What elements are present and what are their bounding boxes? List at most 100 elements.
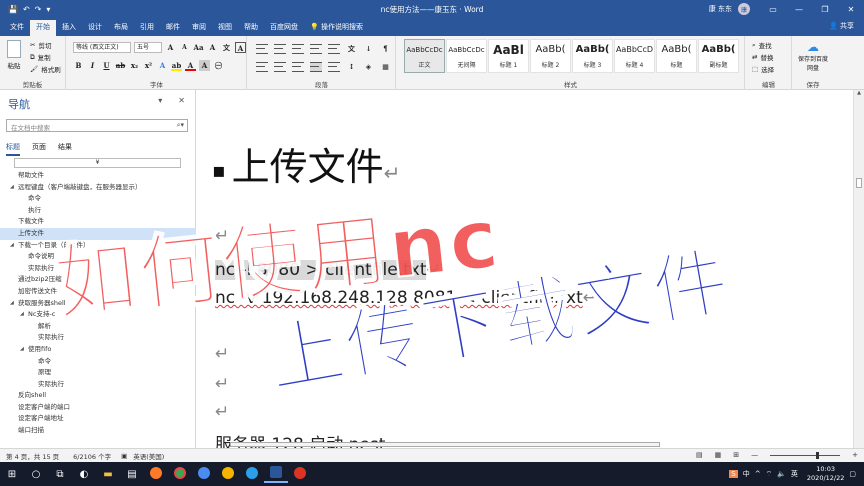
- ribbon-display-icon[interactable]: ▭: [760, 5, 786, 14]
- chevron-down-icon[interactable]: ▾: [158, 96, 162, 105]
- tab-mailings[interactable]: 邮件: [160, 20, 186, 36]
- change-case-icon[interactable]: Aa: [193, 42, 204, 53]
- multilevel-list-icon[interactable]: [292, 43, 304, 54]
- italic-icon[interactable]: I: [87, 60, 98, 71]
- customize-icon[interactable]: ▾: [46, 5, 50, 14]
- bold-icon[interactable]: B: [73, 60, 84, 71]
- tell-me-search[interactable]: 💡 操作说明搜索: [304, 20, 369, 36]
- share-button[interactable]: 👤 共享: [829, 21, 854, 31]
- zoom-out-icon[interactable]: —: [751, 451, 758, 459]
- font-color-icon[interactable]: A: [185, 60, 196, 71]
- select-button[interactable]: ⬚ 选择: [752, 64, 774, 74]
- font-family-select[interactable]: 等线 (西文正文): [73, 42, 131, 53]
- horizontal-scrollbar[interactable]: [230, 442, 660, 447]
- nav-heading-item[interactable]: 设定客户端地址: [0, 413, 196, 425]
- page-count[interactable]: 第 4 页，共 15 页: [6, 451, 59, 461]
- nav-heading-item[interactable]: 端口扫描: [0, 425, 196, 437]
- clear-format-icon[interactable]: A: [207, 42, 218, 53]
- nav-heading-item[interactable]: 命令: [0, 193, 196, 205]
- minimize-button[interactable]: —: [786, 5, 812, 14]
- numbering-icon[interactable]: [274, 43, 286, 54]
- shading-icon[interactable]: ◈: [363, 61, 374, 72]
- nav-heading-item[interactable]: ◢ 使用fifo: [0, 344, 196, 356]
- nav-heading-item[interactable]: 命令: [0, 356, 196, 368]
- sort-icon[interactable]: ↓: [363, 43, 374, 54]
- increase-indent-icon[interactable]: [328, 43, 340, 54]
- expand-caret-icon[interactable]: ◢: [10, 298, 14, 310]
- style-heading-1[interactable]: AaBl 标题 1: [488, 39, 529, 73]
- vertical-scrollbar[interactable]: ▲: [853, 90, 864, 448]
- restore-button[interactable]: ❐: [812, 5, 838, 14]
- underline-icon[interactable]: U: [101, 60, 112, 71]
- save-to-netdisk-button[interactable]: ☁ 保存到百度网盘: [793, 40, 833, 72]
- replace-button[interactable]: ⇄ 替换: [752, 52, 773, 62]
- distributed-icon[interactable]: [328, 61, 340, 72]
- recorder-icon[interactable]: [288, 466, 312, 482]
- nav-heading-item[interactable]: 反向shell: [0, 390, 196, 402]
- close-icon[interactable]: ✕: [178, 96, 185, 105]
- style-heading-4[interactable]: AaBbCcD 标题 4: [614, 39, 655, 73]
- style-heading-3[interactable]: AaBb(标题 3: [572, 39, 613, 73]
- style-no-spacing[interactable]: AaBbCcDc 无间隔: [446, 39, 487, 73]
- tab-file[interactable]: 文件: [4, 20, 30, 36]
- line-spacing-icon[interactable]: ↕: [346, 61, 357, 72]
- nav-tab-headings[interactable]: 标题: [6, 142, 20, 156]
- chrome-icon[interactable]: [168, 466, 192, 482]
- zoom-in-icon[interactable]: +: [852, 451, 858, 459]
- format-painter-button[interactable]: 🖌 格式刷: [30, 64, 61, 74]
- sogou-icon[interactable]: S: [729, 470, 738, 478]
- justify-icon[interactable]: [310, 61, 322, 72]
- browser-icon[interactable]: [192, 466, 216, 482]
- tab-review[interactable]: 审阅: [186, 20, 212, 36]
- file-explorer-icon[interactable]: ▬: [96, 469, 120, 480]
- document-heading[interactable]: ▪ 上传文件↵: [212, 136, 400, 191]
- ime-icon[interactable]: 中: [743, 469, 750, 479]
- notification-icon[interactable]: ▢: [849, 470, 856, 478]
- close-button[interactable]: ✕: [838, 5, 864, 14]
- task-view-icon[interactable]: ⧉: [48, 469, 72, 480]
- superscript-icon[interactable]: x²: [143, 60, 154, 71]
- copy-button[interactable]: ⧉ 复制: [30, 52, 51, 63]
- nav-heading-item[interactable]: 设定客户端的端口: [0, 402, 196, 414]
- cut-button[interactable]: ✂ 剪切: [30, 40, 51, 50]
- nav-heading-item[interactable]: 实际执行: [0, 379, 196, 391]
- char-shading-icon[interactable]: A: [199, 60, 210, 71]
- subscript-icon[interactable]: x₂: [129, 60, 140, 71]
- app-icon[interactable]: [216, 466, 240, 482]
- decrease-indent-icon[interactable]: [310, 43, 322, 54]
- nav-heading-item[interactable]: 帮助文件: [0, 170, 196, 182]
- style-subtitle[interactable]: AaBb(副标题: [698, 39, 739, 73]
- nav-heading-item[interactable]: 原理: [0, 367, 196, 379]
- show-marks-icon[interactable]: ¶: [380, 43, 391, 54]
- tab-insert[interactable]: 插入: [56, 20, 82, 36]
- shrink-font-icon[interactable]: A: [179, 42, 190, 53]
- style-title[interactable]: AaBb(标题: [656, 39, 697, 73]
- firefox-icon[interactable]: [144, 466, 168, 482]
- style-normal[interactable]: AaBbCcDc 正文: [404, 39, 445, 73]
- paste-button[interactable]: 粘贴: [6, 40, 22, 70]
- expand-caret-icon[interactable]: ◢: [10, 182, 14, 194]
- search-icon[interactable]: ○: [24, 469, 48, 480]
- text-effects-icon[interactable]: A: [157, 60, 168, 71]
- scroll-thumb[interactable]: [856, 178, 862, 188]
- font-size-select[interactable]: 五号: [134, 42, 162, 53]
- tab-home[interactable]: 开始: [30, 20, 56, 36]
- zoom-slider[interactable]: [770, 451, 841, 459]
- nav-tab-results[interactable]: 结果: [58, 142, 72, 156]
- save-icon[interactable]: 💾: [8, 5, 18, 14]
- search-icon[interactable]: ⌕▾: [177, 121, 184, 130]
- widget-icon[interactable]: ◐: [72, 469, 96, 480]
- align-center-icon[interactable]: [274, 61, 286, 72]
- align-right-icon[interactable]: [292, 61, 304, 72]
- expand-caret-icon[interactable]: ◢: [20, 344, 24, 356]
- find-button[interactable]: ⌕ 查找: [752, 40, 772, 51]
- tab-baidu-netdisk[interactable]: 百度网盘: [264, 20, 304, 36]
- word-count[interactable]: 6/2106 个字: [73, 451, 111, 461]
- web-layout-icon[interactable]: ⊞: [733, 451, 739, 459]
- nav-heading-item[interactable]: 实际执行: [0, 332, 196, 344]
- nav-tab-pages[interactable]: 页面: [32, 142, 46, 156]
- tab-references[interactable]: 引用: [134, 20, 160, 36]
- volume-icon[interactable]: 🔈: [777, 470, 786, 478]
- language-indicator[interactable]: 英语(美国): [133, 451, 164, 461]
- edge-icon[interactable]: [240, 466, 264, 482]
